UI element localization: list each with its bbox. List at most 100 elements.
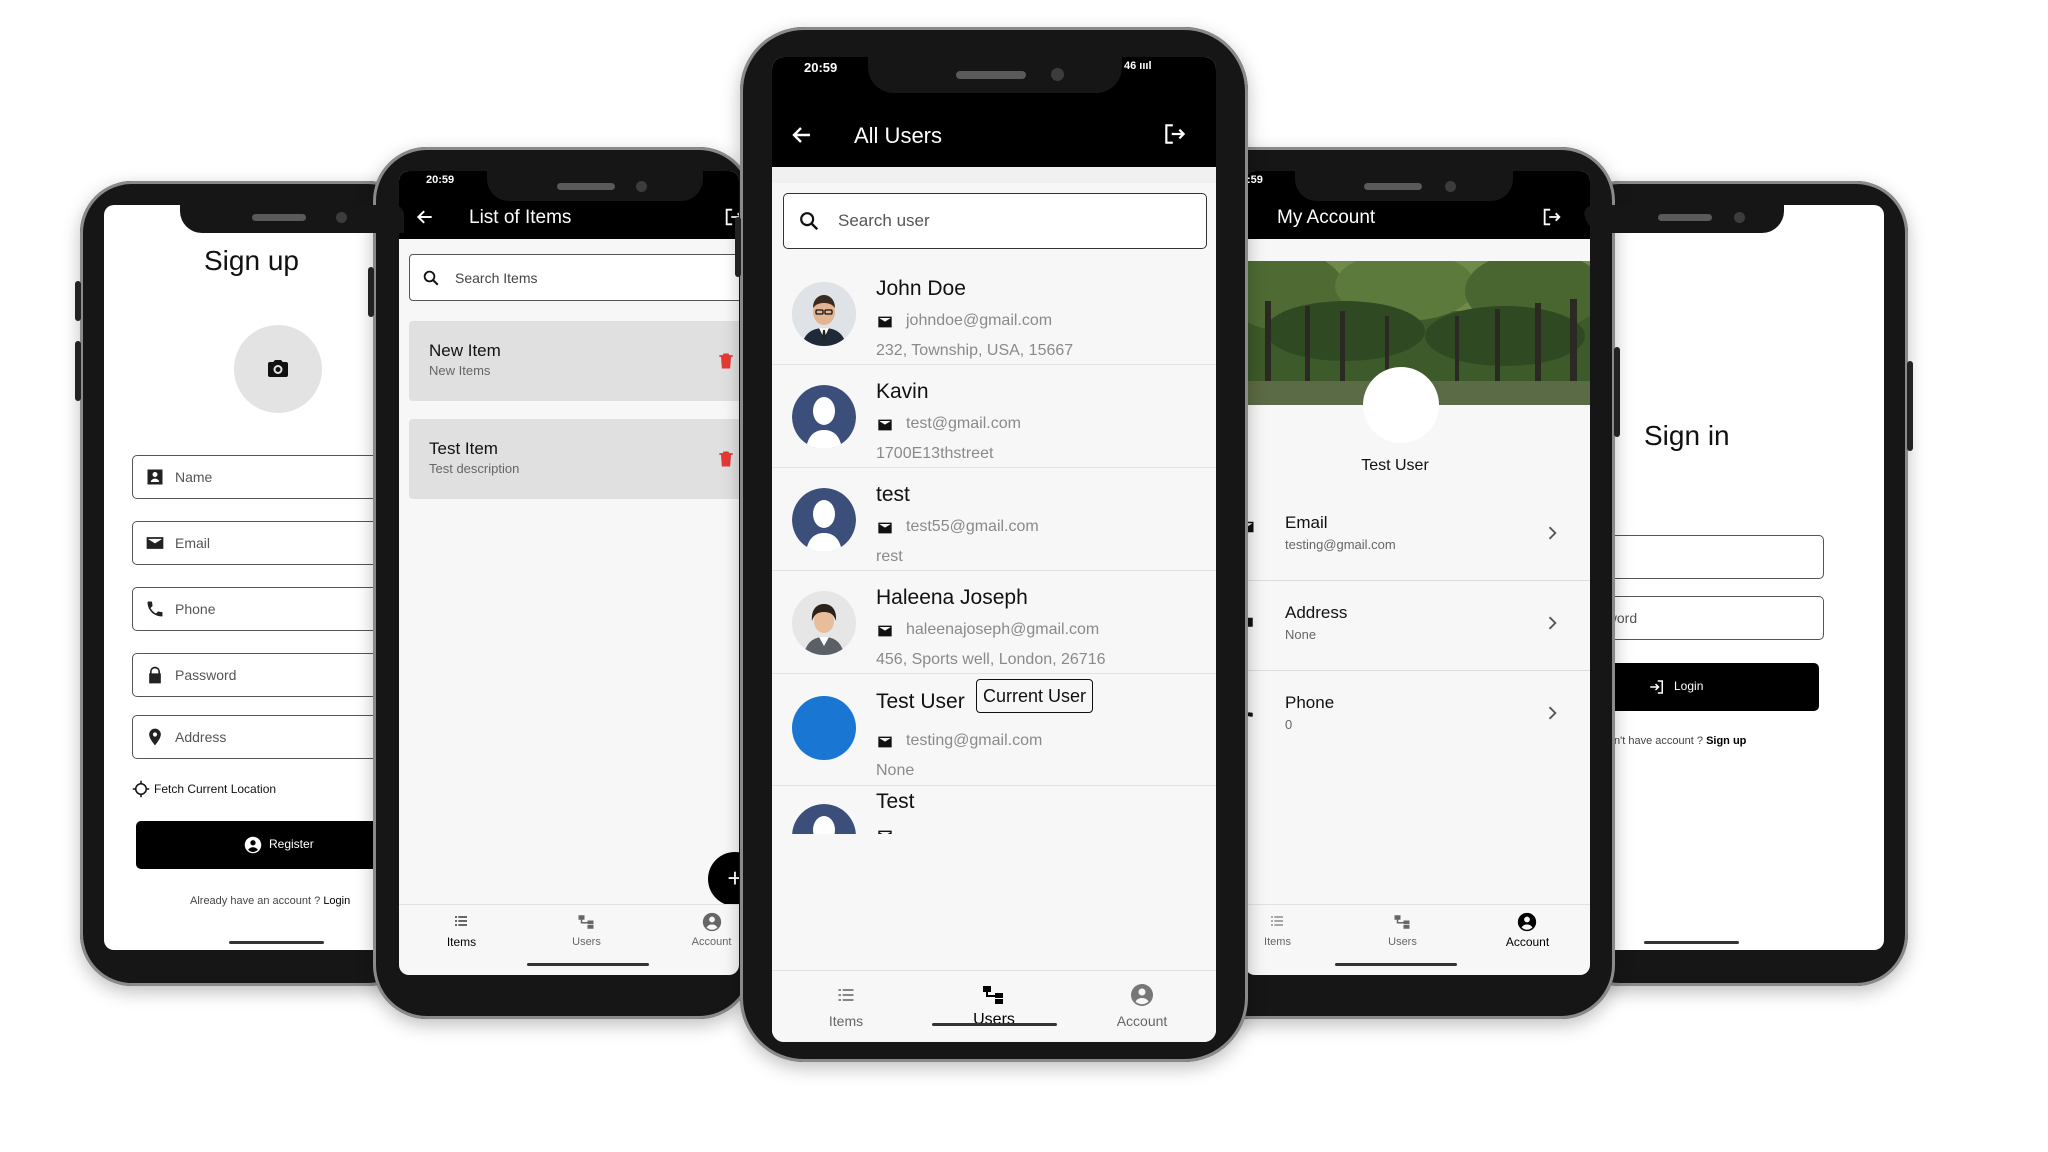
current-user-badge: Current User bbox=[976, 679, 1094, 713]
password-field[interactable]: Password bbox=[132, 653, 404, 697]
phone-users: 20:59 46 ıııl All Users Search user John… bbox=[735, 27, 1248, 1062]
email-field[interactable]: mail bbox=[1584, 535, 1824, 579]
user-row[interactable]: Haleena Joseph haleenajoseph@gmail.com 4… bbox=[772, 571, 1216, 674]
register-button[interactable]: Register bbox=[136, 821, 404, 869]
name-field[interactable]: Name bbox=[132, 455, 404, 499]
nav-users-label: Users bbox=[572, 936, 601, 948]
fetch-location-label: Fetch Current Location bbox=[154, 782, 277, 796]
camera-icon bbox=[268, 360, 288, 377]
page-title: List of Items bbox=[469, 207, 572, 228]
account-row-phone[interactable]: Phone 0 bbox=[1245, 671, 1590, 761]
account-row-email[interactable]: Email testing@gmail.com bbox=[1245, 491, 1590, 581]
user-row[interactable]: Test bbox=[772, 786, 1216, 834]
page-title: Sign up bbox=[204, 245, 299, 276]
login-link[interactable]: Login bbox=[323, 895, 350, 907]
search-input[interactable]: Search Items bbox=[409, 254, 739, 301]
bottom-nav: Items Users Account bbox=[1245, 904, 1590, 958]
fetch-location-button[interactable]: Fetch Current Location bbox=[132, 778, 382, 800]
user-row[interactable]: Kavin test@gmail.com 1700E13thstreet bbox=[772, 365, 1216, 468]
nav-account[interactable]: Account bbox=[1068, 971, 1216, 1042]
user-row[interactable]: test test55@gmail.com rest bbox=[772, 468, 1216, 571]
nav-account[interactable]: Account bbox=[1465, 905, 1590, 958]
account-circle-icon bbox=[244, 836, 262, 854]
phone-account: :59 My Account Test User Email testing@g… bbox=[1195, 147, 1620, 1019]
address-label: Address bbox=[175, 729, 227, 745]
delete-icon[interactable] bbox=[716, 448, 736, 470]
user-email: test55@gmail.com bbox=[906, 518, 1039, 535]
volume-button bbox=[75, 281, 81, 321]
phone-signin: Sign in mail assword Login Don't have ac… bbox=[1568, 181, 1913, 986]
register-label: Register bbox=[269, 837, 314, 851]
search-input[interactable]: Search user bbox=[783, 193, 1207, 249]
power-button bbox=[1614, 347, 1620, 437]
user-row[interactable]: John Doe johndoe@gmail.com 232, Township… bbox=[772, 262, 1216, 365]
logout-icon[interactable] bbox=[1541, 206, 1563, 228]
location-pin-icon bbox=[149, 728, 161, 746]
password-field[interactable]: assword bbox=[1584, 596, 1824, 640]
login-arrow-icon bbox=[1650, 680, 1663, 694]
user-name: Kavin bbox=[876, 380, 929, 403]
home-indicator bbox=[1644, 941, 1739, 944]
login-button[interactable]: Login bbox=[1584, 663, 1819, 711]
nav-users[interactable]: Users bbox=[1340, 905, 1465, 958]
signup-link[interactable]: Sign up bbox=[1706, 735, 1746, 747]
add-item-button[interactable]: + bbox=[708, 852, 739, 906]
nav-users[interactable]: Users bbox=[524, 905, 649, 958]
nav-account[interactable]: Account bbox=[649, 905, 739, 958]
nav-items[interactable]: Items bbox=[1245, 905, 1340, 958]
avatar-picker[interactable] bbox=[234, 325, 322, 413]
user-email: johndoe@gmail.com bbox=[906, 312, 1053, 329]
row-value: None bbox=[1285, 627, 1317, 642]
user-name: Test bbox=[876, 790, 915, 813]
item-title: Test Item bbox=[429, 439, 498, 458]
chevron-right-icon bbox=[1548, 706, 1557, 720]
login-prompt-text: Already have an account ? bbox=[190, 895, 324, 907]
avatar[interactable] bbox=[1363, 367, 1439, 443]
app-bar: 20:59 List of Items bbox=[399, 171, 739, 239]
list-icon bbox=[455, 916, 467, 926]
user-row-current[interactable]: Test User Current User testing@gmail.com… bbox=[772, 674, 1216, 786]
user-email: haleenajoseph@gmail.com bbox=[906, 621, 1100, 638]
phone-items: 20:59 List of Items Search Items New Ite… bbox=[368, 147, 753, 1019]
nav-account-label: Account bbox=[1505, 935, 1550, 949]
page-title: All Users bbox=[854, 123, 943, 148]
email-label: Email bbox=[175, 535, 211, 551]
item-card[interactable]: Test Item Test description bbox=[409, 419, 739, 499]
logout-icon[interactable] bbox=[1162, 121, 1188, 147]
email-field[interactable]: Email bbox=[132, 521, 404, 565]
users-screen: 20:59 46 ıııl All Users Search user John… bbox=[772, 57, 1216, 1042]
account-row-address[interactable]: Address None bbox=[1245, 581, 1590, 671]
signup-prompt-text: Don't have account ? bbox=[1600, 735, 1707, 747]
login-prompt: Already have an account ? Login bbox=[190, 895, 350, 907]
user-address: rest bbox=[876, 548, 903, 565]
delete-icon[interactable] bbox=[716, 350, 736, 372]
home-indicator bbox=[932, 1023, 1057, 1026]
item-card[interactable]: New Item New Items bbox=[409, 321, 739, 401]
status-time: 20:59 bbox=[426, 174, 455, 186]
list-icon bbox=[1271, 916, 1283, 926]
back-arrow-icon[interactable] bbox=[415, 207, 435, 227]
nav-users-label: Users bbox=[1388, 936, 1417, 948]
appbar-divider bbox=[772, 167, 1216, 183]
avatar bbox=[792, 804, 856, 834]
login-label: Login bbox=[1674, 679, 1704, 693]
back-arrow-icon[interactable] bbox=[790, 123, 814, 147]
row-label: Phone bbox=[1285, 693, 1335, 712]
account-circle-icon bbox=[702, 912, 722, 932]
home-indicator bbox=[527, 963, 649, 966]
search-icon bbox=[423, 270, 439, 285]
hierarchy-icon bbox=[578, 915, 594, 929]
phone-field[interactable]: Phone bbox=[132, 587, 404, 631]
chevron-right-icon bbox=[1548, 616, 1557, 630]
user-name: Haleena Joseph bbox=[876, 586, 1028, 609]
user-address: 456, Sports well, London, 26716 bbox=[876, 651, 1106, 668]
app-bar: :59 My Account bbox=[1245, 171, 1590, 239]
status-time: :59 bbox=[1247, 174, 1263, 186]
address-field[interactable]: Address bbox=[132, 715, 404, 759]
mail-icon bbox=[878, 316, 892, 328]
search-placeholder: Search user bbox=[838, 211, 930, 230]
nav-users[interactable]: Users bbox=[920, 971, 1068, 1042]
nav-items[interactable]: Items bbox=[772, 971, 920, 1042]
nav-items[interactable]: Items bbox=[399, 905, 524, 958]
user-name: John Doe bbox=[876, 277, 966, 300]
